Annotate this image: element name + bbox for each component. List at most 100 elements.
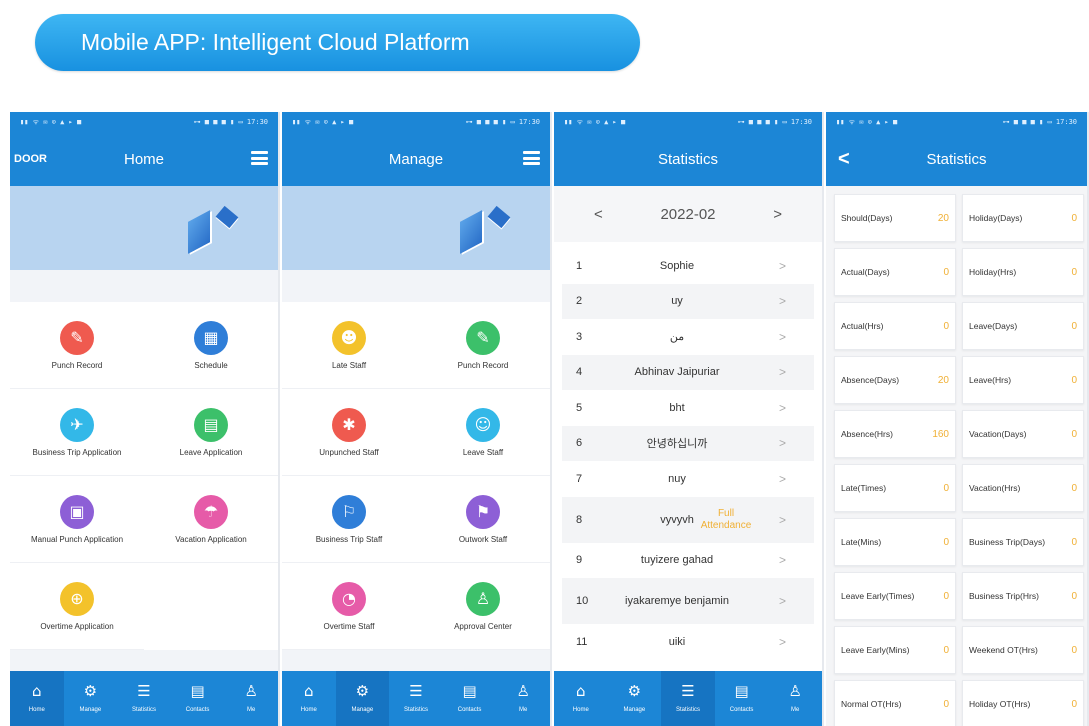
home-menu-grid: ✎ Punch Record ▦ Schedule ✈ Business Trip App… — [10, 302, 278, 650]
tab-label: Statistics — [403, 707, 428, 713]
unpunched-staff-icon: ✱ — [332, 407, 366, 442]
stat-value: 0 — [943, 266, 949, 278]
menu-item-unpunched-staff[interactable]: ✱ Unpunched Staff — [282, 389, 416, 476]
stat-tile-late-times[interactable]: Late(Times) 0 — [834, 464, 956, 512]
tab-manage[interactable]: ⚙ Manage — [64, 671, 118, 726]
stat-tile-normal-ot-hrs[interactable]: Normal OT(Hrs) 0 — [834, 680, 956, 726]
stat-label: Business Trip(Hrs) — [969, 591, 1039, 601]
stat-tile-holiday-days[interactable]: Holiday(Days) 0 — [962, 194, 1084, 242]
tab-home[interactable]: ⌂ Home — [554, 671, 608, 726]
stat-value: 0 — [1071, 590, 1077, 602]
list-item[interactable]: 11 uiki > — [562, 624, 814, 660]
tab-label: Home — [572, 707, 589, 713]
stat-value: 0 — [1071, 482, 1077, 494]
stat-tile-business-trip-hrs[interactable]: Business Trip(Hrs) 0 — [962, 572, 1084, 620]
contacts-icon: ▤ — [190, 682, 205, 700]
phone-home-screen: ▮▮ ᯤ ✉ ⊙ ▲ ▸ ■ ⊶ ■ ■ ■ ▮ ▭ 17:30 DOOR Hom… — [10, 112, 280, 726]
chevron-right-icon: > — [778, 553, 786, 568]
banner-title: Mobile APP: Intelligent Cloud Platform — [81, 29, 470, 55]
menu-item-manual-punch-application[interactable]: ▣ Manual Punch Application — [10, 476, 144, 563]
stat-tile-leave-early-mins[interactable]: Leave Early(Mins) 0 — [834, 626, 956, 674]
next-month-button[interactable]: > — [773, 206, 782, 223]
tab-manage[interactable]: ⚙ Manage — [608, 671, 662, 726]
menu-item-outwork-staff[interactable]: ⚑ Outwork Staff — [416, 476, 550, 563]
stat-label: Absence(Days) — [841, 375, 900, 385]
tab-me[interactable]: ♙ Me — [224, 671, 278, 726]
menu-item-schedule[interactable]: ▦ Schedule — [144, 302, 278, 389]
stat-tile-leave-early-times[interactable]: Leave Early(Times) 0 — [834, 572, 956, 620]
list-item[interactable]: 1 Sophie > — [562, 248, 814, 284]
stat-tile-holiday-hrs[interactable]: Holiday(Hrs) 0 — [962, 248, 1084, 296]
prev-month-button[interactable]: < — [594, 206, 603, 223]
punch-record-icon: ✎ — [466, 320, 500, 355]
stat-tile-absence-days[interactable]: Absence(Days) 20 — [834, 356, 956, 404]
list-item[interactable]: 2 uy > — [562, 283, 814, 319]
status-bar: ▮▮ ᯤ ✉ ⊙ ▲ ▸ ■ ⊶ ■ ■ ■ ▮ ▭ 17:30 — [10, 112, 278, 132]
list-item[interactable]: 6 안녕하십니까 > — [562, 425, 814, 461]
stat-tile-leave-days[interactable]: Leave(Days) 0 — [962, 302, 1084, 350]
menu-item-label: Manual Punch Application — [30, 534, 124, 544]
menu-item-label: Punch Record — [51, 360, 103, 370]
stat-tile-vacation-hrs[interactable]: Vacation(Hrs) 0 — [962, 464, 1084, 512]
stat-label: Actual(Hrs) — [841, 321, 884, 331]
tab-contacts[interactable]: ▤ Contacts — [715, 671, 769, 726]
stat-tile-weekend-ot-hrs[interactable]: Weekend OT(Hrs) 0 — [962, 626, 1084, 674]
stat-label: Absence(Hrs) — [841, 429, 893, 439]
list-item[interactable]: 8 vyvyvh Full Attendance > — [562, 496, 814, 543]
chevron-right-icon: > — [778, 294, 786, 309]
tab-statistics[interactable]: ☰ Statistics — [661, 671, 715, 726]
header: Manage — [282, 132, 550, 186]
list-item[interactable]: 9 tuyizere gahad > — [562, 543, 814, 579]
list-item[interactable]: 5 bht > — [562, 390, 814, 426]
bottom-tab-bar: ⌂ Home ⚙ Manage ☰ Statistics ▤ Contacts ♙ Me — [10, 671, 278, 726]
me-icon: ♙ — [788, 682, 802, 700]
menu-icon[interactable] — [523, 151, 540, 165]
page-title: Statistics — [926, 150, 987, 168]
stat-value: 0 — [943, 698, 949, 710]
tab-statistics[interactable]: ☰ Statistics — [389, 671, 443, 726]
tab-me[interactable]: ♙ Me — [768, 671, 822, 726]
tab-contacts[interactable]: ▤ Contacts — [443, 671, 497, 726]
menu-item-vacation-application[interactable]: ☂ Vacation Application — [144, 476, 278, 563]
list-item[interactable]: 3 من > — [562, 319, 814, 355]
stat-tile-business-trip-days[interactable]: Business Trip(Days) 0 — [962, 518, 1084, 566]
tab-label: Home — [300, 707, 317, 713]
stat-tile-actual-days[interactable]: Actual(Days) 0 — [834, 248, 956, 296]
tab-contacts[interactable]: ▤ Contacts — [171, 671, 225, 726]
menu-item-punch-record[interactable]: ✎ Punch Record — [10, 302, 144, 389]
tab-me[interactable]: ♙ Me — [496, 671, 550, 726]
hero-banner — [10, 186, 278, 270]
list-item[interactable]: 4 Abhinav Jaipuriar > — [562, 354, 814, 390]
menu-icon[interactable] — [251, 151, 268, 165]
menu-item-overtime-staff[interactable]: ◔ Overtime Staff — [282, 563, 416, 650]
stat-tile-absence-hrs[interactable]: Absence(Hrs) 160 — [834, 410, 956, 458]
stat-tile-late-mins[interactable]: Late(Mins) 0 — [834, 518, 956, 566]
tab-manage[interactable]: ⚙ Manage — [335, 671, 390, 726]
menu-item-punch-record[interactable]: ✎ Punch Record — [416, 302, 550, 389]
stat-tile-leave-hrs[interactable]: Leave(Hrs) 0 — [962, 356, 1084, 404]
list-item[interactable]: 7 nuy > — [562, 461, 814, 497]
schedule-icon: ▦ — [194, 320, 228, 355]
menu-item-leave-staff[interactable]: ☺ Leave Staff — [416, 389, 550, 476]
tab-statistics[interactable]: ☰ Statistics — [117, 671, 171, 726]
menu-item-approval-center[interactable]: ♙ Approval Center — [416, 563, 550, 650]
stat-tile-holiday-ot-hrs[interactable]: Holiday OT(Hrs) 0 — [962, 680, 1084, 726]
stat-tile-should-days[interactable]: Should(Days) 20 — [834, 194, 956, 242]
menu-item-overtime-application[interactable]: ⊕ Overtime Application — [10, 563, 144, 650]
tab-home[interactable]: ⌂ Home — [10, 671, 64, 726]
chevron-right-icon: > — [778, 436, 786, 451]
menu-item-business-trip-application[interactable]: ✈ Business Trip Application — [10, 389, 144, 476]
late-staff-icon: ☻ — [332, 320, 366, 355]
status-time: ⊶ ■ ■ ■ ▮ ▭ 17:30 — [193, 118, 268, 126]
stat-tile-actual-hrs[interactable]: Actual(Hrs) 0 — [834, 302, 956, 350]
row-number: 5 — [576, 401, 583, 414]
home-icon: ⌂ — [576, 682, 586, 700]
menu-item-leave-application[interactable]: ▤ Leave Application — [144, 389, 278, 476]
menu-item-late-staff[interactable]: ☻ Late Staff — [282, 302, 416, 389]
stat-tile-vacation-days[interactable]: Vacation(Days) 0 — [962, 410, 1084, 458]
menu-item-label: Leave Application — [179, 447, 243, 457]
tab-home[interactable]: ⌂ Home — [282, 671, 336, 726]
menu-item-business-trip-staff[interactable]: ⚐ Business Trip Staff — [282, 476, 416, 563]
list-item[interactable]: 10 iyakaremye benjamin > — [562, 578, 814, 624]
back-button[interactable]: < — [838, 148, 850, 171]
